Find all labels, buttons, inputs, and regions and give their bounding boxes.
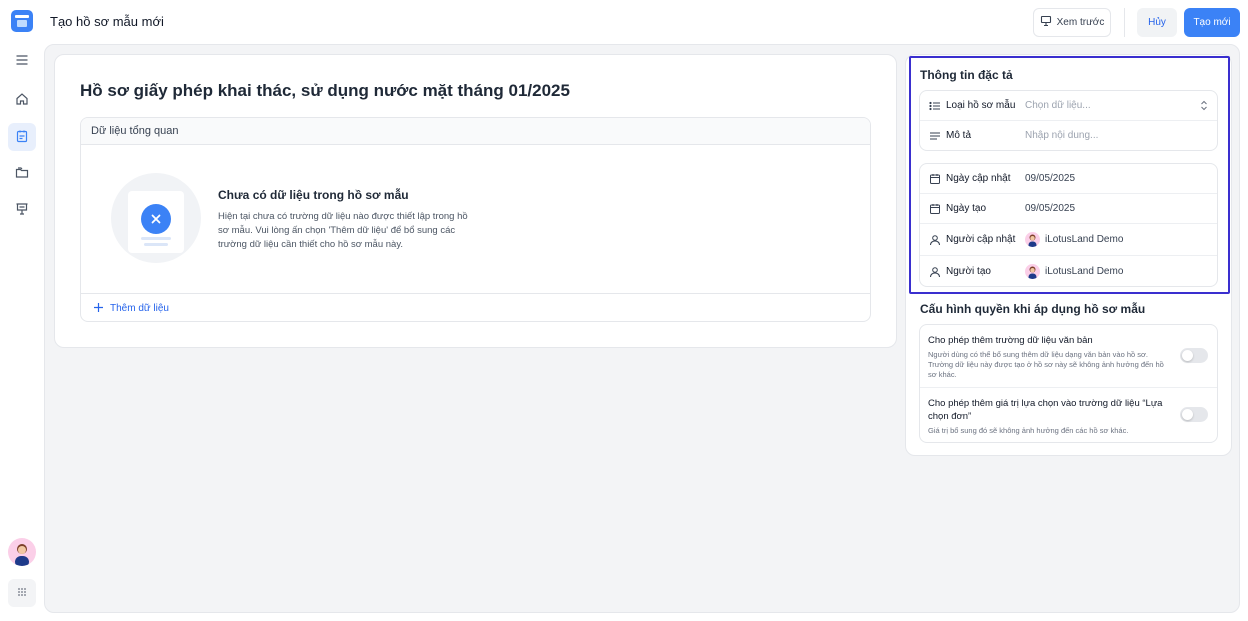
empty-state-title: Chưa có dữ liệu trong hồ sơ mẫu xyxy=(218,188,409,202)
create-button[interactable]: Tạo mới xyxy=(1184,8,1240,37)
created-date-row: Ngày tạo 09/05/2025 xyxy=(920,194,1217,224)
calendar-icon xyxy=(929,173,941,185)
doc-line xyxy=(144,243,168,246)
grid-dots-icon xyxy=(17,586,27,600)
permission-single-choice: Cho phép thêm giá trị lựa chọn vào trườn… xyxy=(920,388,1217,443)
permissions-section-title: Cấu hình quyền khi áp dụng hồ sơ mẫu xyxy=(920,302,1146,316)
description-field[interactable]: Mô tả Nhập nội dung... xyxy=(920,121,1217,150)
spec-group-meta: Ngày cập nhật 09/05/2025 Ngày tạo 09/05/… xyxy=(919,163,1218,287)
avatar xyxy=(1025,264,1040,279)
avatar[interactable] xyxy=(8,538,36,566)
header-divider xyxy=(1124,8,1125,37)
avatar xyxy=(1025,232,1040,247)
template-type-label: Loại hồ sơ mẫu xyxy=(946,100,1016,111)
spec-section-title: Thông tin đặc tả xyxy=(920,68,1013,82)
updated-date-label: Ngày cập nhật xyxy=(946,173,1011,184)
text-align-icon xyxy=(929,130,941,142)
permission-description: Giá trị bổ sung đó sẽ không ảnh hưởng đế… xyxy=(928,426,1129,435)
spec-group-basic: Loại hồ sơ mẫu Chọn dữ liệu... Mô tả Nhậ… xyxy=(919,90,1218,151)
plus-icon xyxy=(93,302,104,316)
created-by-label: Người tạo xyxy=(946,266,991,277)
add-data-button[interactable]: Thêm dữ liệu xyxy=(81,293,870,321)
cancel-button[interactable]: Hủy xyxy=(1137,8,1177,37)
app-logo-icon[interactable] xyxy=(11,10,33,32)
sidebar xyxy=(0,44,44,621)
add-data-label: Thêm dữ liệu xyxy=(110,303,169,314)
document-title[interactable]: Hồ sơ giấy phép khai thác, sử dụng nước … xyxy=(80,81,570,101)
apps-button[interactable] xyxy=(8,579,36,607)
created-by-value: iLotusLand Demo xyxy=(1025,264,1123,279)
sidebar-item-home[interactable] xyxy=(8,86,36,114)
updated-by-value: iLotusLand Demo xyxy=(1025,232,1123,247)
list-icon xyxy=(929,100,941,112)
clipboard-icon xyxy=(15,129,29,146)
template-type-select[interactable]: Chọn dữ liệu... xyxy=(1025,100,1091,111)
calendar-icon xyxy=(929,203,941,215)
updated-date-value: 09/05/2025 xyxy=(1025,173,1076,184)
preview-button-label: Xem trước xyxy=(1056,17,1105,28)
menu-icon xyxy=(15,53,29,70)
user-icon xyxy=(929,234,941,246)
empty-state-description: Hiện tại chưa có trường dữ liệu nào được… xyxy=(218,211,468,250)
section-header: Dữ liệu tổng quan xyxy=(81,118,870,145)
data-overview-section: Dữ liệu tổng quan Chưa có dữ liệu trong … xyxy=(80,117,871,322)
description-label: Mô tả xyxy=(946,130,972,141)
permission-title: Cho phép thêm trường dữ liệu văn bản xyxy=(928,335,1093,346)
close-circle-icon xyxy=(141,204,171,234)
created-by-name: iLotusLand Demo xyxy=(1045,266,1124,277)
sidebar-item-templates[interactable] xyxy=(8,123,36,151)
doc-line xyxy=(141,237,171,240)
sidebar-item-presentation[interactable] xyxy=(8,196,36,224)
updated-by-row: Người cập nhật iLotusLand Demo xyxy=(920,224,1217,256)
permission-title: Cho phép thêm giá trị lựa chọn vào trườn… xyxy=(928,398,1163,422)
chevron-up-down-icon xyxy=(1200,100,1208,111)
permission-description: Người dùng có thể bổ sung thêm dữ liệu d… xyxy=(928,350,1164,379)
updated-date-row: Ngày cập nhật 09/05/2025 xyxy=(920,164,1217,194)
folders-icon xyxy=(15,165,29,182)
template-type-field[interactable]: Loại hồ sơ mẫu Chọn dữ liệu... xyxy=(920,91,1217,121)
user-icon xyxy=(929,266,941,278)
description-input[interactable]: Nhập nội dung... xyxy=(1025,130,1098,141)
created-date-label: Ngày tạo xyxy=(946,203,987,214)
home-icon xyxy=(15,92,29,109)
permissions-group: Cho phép thêm trường dữ liệu văn bản Ngư… xyxy=(919,324,1218,443)
permission-text-field: Cho phép thêm trường dữ liệu văn bản Ngư… xyxy=(920,325,1217,388)
sidebar-item-folders[interactable] xyxy=(8,159,36,187)
top-bar: Tạo hồ sơ mẫu mới Xem trước Hủy Tạo mới xyxy=(0,0,1248,44)
updated-by-name: iLotusLand Demo xyxy=(1045,234,1124,245)
created-date-value: 09/05/2025 xyxy=(1025,203,1076,214)
permission-choice-toggle[interactable] xyxy=(1180,407,1208,422)
empty-state-illustration xyxy=(111,173,201,263)
presentation-icon xyxy=(15,202,29,219)
updated-by-label: Người cập nhật xyxy=(946,234,1016,245)
presentation-icon xyxy=(1040,15,1052,30)
sidebar-menu-toggle[interactable] xyxy=(8,47,36,75)
created-by-row: Người tạo iLotusLand Demo xyxy=(920,256,1217,287)
permission-text-toggle[interactable] xyxy=(1180,348,1208,363)
page-title: Tạo hồ sơ mẫu mới xyxy=(50,14,164,29)
preview-button[interactable]: Xem trước xyxy=(1033,8,1111,37)
